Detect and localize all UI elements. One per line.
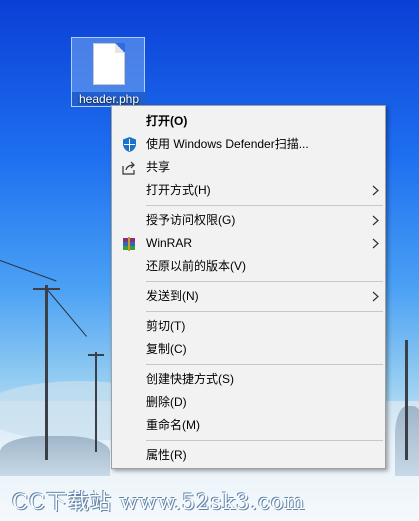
menu-item-label: 授予访问权限(G) [146, 213, 236, 227]
menu-item-label: 复制(C) [146, 342, 187, 356]
desktop-file-name: header.php [72, 92, 146, 106]
power-pole-2 [95, 352, 97, 452]
chevron-right-icon [369, 209, 381, 232]
tree-line-left [0, 436, 110, 476]
menu-item-label: WinRAR [146, 236, 193, 250]
menu-separator [146, 364, 383, 365]
power-pole-1 [45, 285, 48, 460]
menu-item-label: 剪切(T) [146, 319, 186, 333]
menu-item-create-shortcut[interactable]: 创建快捷方式(S) [112, 368, 385, 391]
menu-item-restore-previous[interactable]: 还原以前的版本(V) [112, 255, 385, 278]
menu-item-share[interactable]: 共享 [112, 156, 385, 179]
menu-item-open-with[interactable]: 打开方式(H) [112, 179, 385, 202]
menu-item-rename[interactable]: 重命名(M) [112, 414, 385, 437]
menu-separator [146, 205, 383, 206]
share-icon [120, 159, 138, 176]
power-wire [0, 260, 57, 282]
menu-separator [146, 281, 383, 282]
menu-item-grant-access[interactable]: 授予访问权限(G) [112, 209, 385, 232]
menu-item-defender-scan[interactable]: 使用 Windows Defender扫描... [112, 133, 385, 156]
winrar-icon [120, 235, 138, 252]
menu-item-label: 打开(O) [146, 114, 188, 128]
chevron-right-icon [369, 232, 381, 255]
menu-separator [146, 440, 383, 441]
menu-item-properties[interactable]: 属性(R) [112, 444, 385, 467]
power-pole-2-crossbar [88, 354, 104, 356]
menu-item-label: 打开方式(H) [146, 183, 211, 197]
menu-item-label: 还原以前的版本(V) [146, 259, 246, 273]
desktop-file-icon[interactable]: header.php [71, 37, 146, 107]
menu-item-label: 共享 [146, 160, 171, 174]
menu-item-winrar[interactable]: WinRAR [112, 232, 385, 255]
menu-item-label: 删除(D) [146, 395, 187, 409]
power-wire [47, 290, 87, 337]
menu-item-label: 重命名(M) [146, 418, 200, 432]
php-file-icon [93, 43, 125, 85]
power-pole-3 [405, 340, 408, 460]
menu-item-copy[interactable]: 复制(C) [112, 338, 385, 361]
watermark-text: CC下载站 www.52sk3.com [12, 490, 306, 514]
windows-defender-icon [120, 136, 138, 153]
menu-separator [146, 311, 383, 312]
menu-item-label: 发送到(N) [146, 289, 199, 303]
menu-item-label: 使用 Windows Defender扫描... [146, 137, 309, 151]
menu-item-label: 创建快捷方式(S) [146, 372, 234, 386]
menu-item-send-to[interactable]: 发送到(N) [112, 285, 385, 308]
power-pole-1-crossbar [33, 288, 60, 290]
menu-item-delete[interactable]: 删除(D) [112, 391, 385, 414]
chevron-right-icon [369, 285, 381, 308]
chevron-right-icon [369, 179, 381, 202]
menu-item-open[interactable]: 打开(O) [112, 110, 385, 133]
menu-item-cut[interactable]: 剪切(T) [112, 315, 385, 338]
menu-item-label: 属性(R) [146, 448, 187, 462]
context-menu: 打开(O) 使用 Windows Defender扫描... 共享 打开方式(H… [111, 105, 386, 469]
